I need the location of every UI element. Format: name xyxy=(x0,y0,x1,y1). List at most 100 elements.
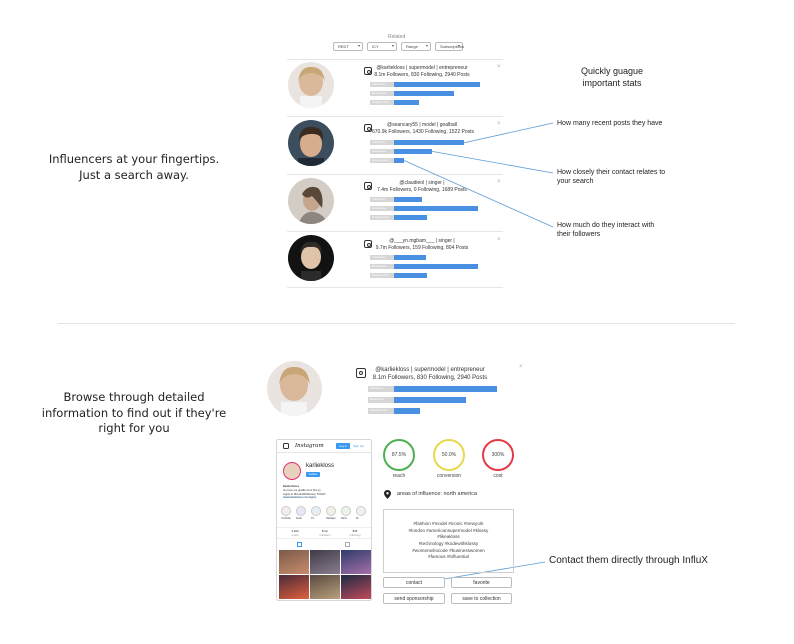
instagram-username: karliekloss xyxy=(306,463,335,469)
card-divider xyxy=(287,231,503,232)
instagram-icon[interactable] xyxy=(364,67,372,75)
section-divider xyxy=(58,323,735,324)
avatar[interactable] xyxy=(288,120,334,166)
filter-select-2[interactable]: ICY ▾ xyxy=(367,42,397,51)
filter-select-3[interactable]: Range ▾ xyxy=(401,42,431,51)
stat-label-engagement: Engagement xyxy=(370,273,394,278)
annotation-quick-stats: Quickly guague important stats xyxy=(566,66,658,89)
annotation-quick-stats-line-2: important stats xyxy=(582,77,642,88)
detail-info: @karliekloss | supermodel | entrepreneur… xyxy=(368,366,492,382)
detail-stats: 8.1m Followers, 830 Following, 2940 Post… xyxy=(372,375,488,382)
annotation-interact-line-2: their followers xyxy=(557,231,601,239)
stat-label-relevance: Relevance xyxy=(370,206,394,211)
instagram-icon[interactable] xyxy=(356,368,366,378)
gauge-conversion-value: 50.0% xyxy=(441,452,457,458)
instagram-profile-frame[interactable]: Instagram Log In Sign Up karliekloss Fol… xyxy=(276,439,372,601)
instagram-icon[interactable] xyxy=(364,240,372,248)
highlight-label: Kode xyxy=(296,517,302,520)
avatar[interactable] xyxy=(288,62,334,108)
highlight-label: Holidays xyxy=(326,517,336,520)
highlight-item[interactable]: Kode xyxy=(296,506,306,520)
headline-browse-line-3: right for you xyxy=(98,421,170,436)
annotation-relates-line-2: your search xyxy=(557,178,594,186)
detail-avatar[interactable] xyxy=(267,361,322,416)
annotation-relates-line-1: How closely their contact relates to xyxy=(557,169,666,176)
headline-browse-line-2: information to find out if they're xyxy=(41,405,227,420)
chevron-down-icon: ▾ xyxy=(425,43,428,48)
areas-of-influence: areas of influence: north america xyxy=(397,491,478,497)
post-thumbnail[interactable] xyxy=(279,550,309,574)
send-sponsorship-button[interactable]: send sponsorship xyxy=(383,593,445,604)
instagram-camera-icon xyxy=(283,443,289,449)
stat-bar-engagement xyxy=(394,273,427,278)
avatar[interactable] xyxy=(288,235,334,281)
card-stats: 8.1m Followers, 830 Following, 2940 Post… xyxy=(374,71,470,78)
close-icon[interactable]: × xyxy=(497,179,501,185)
headline-browse: Browse through detailed information to f… xyxy=(36,390,232,437)
hashtag-line: #fashion #model #iconic #newyork xyxy=(413,521,484,527)
highlight-label: W xyxy=(356,517,359,520)
count-label: following xyxy=(349,532,361,537)
headline-browse-line-1: Browse through detailed xyxy=(63,390,205,404)
gauge-cost-label: cost xyxy=(493,473,503,479)
gauge-conversion: 50.0% xyxy=(433,439,465,471)
highlight-item[interactable]: Paris xyxy=(341,506,351,520)
close-icon[interactable]: × xyxy=(497,121,501,127)
instagram-bio-line-3: www.karliekloss.com/apply xyxy=(283,495,317,500)
hashtag-line: #famous #influential xyxy=(428,554,469,560)
favorite-button[interactable]: favorite xyxy=(451,577,512,588)
gauge-cost: 300% xyxy=(482,439,514,471)
avatar-photo xyxy=(288,178,334,224)
post-thumbnail[interactable] xyxy=(341,550,371,574)
filter-select-4-value: Subscriptions xyxy=(440,44,465,49)
stat-label-followers: Followers xyxy=(370,255,394,260)
post-thumbnail[interactable] xyxy=(341,575,371,599)
instagram-counts: 2,944 posts 8.1m followers 833 following xyxy=(277,527,371,539)
highlight-item[interactable]: W xyxy=(356,506,366,520)
hashtag-line: #likeakloss xyxy=(437,534,460,540)
instagram-count-posts: 2,944 posts xyxy=(283,529,307,537)
post-thumbnail[interactable] xyxy=(310,550,340,574)
filter-select-4[interactable]: Subscriptions ▾ xyxy=(435,42,465,51)
instagram-count-following: 833 following xyxy=(343,529,367,537)
highlight-item[interactable]: TV xyxy=(311,506,321,520)
avatar[interactable] xyxy=(288,178,334,224)
gauge-reach-label: reach xyxy=(392,473,406,479)
post-thumbnail[interactable] xyxy=(310,575,340,599)
card-info: @claudieol | singer | 7.4m Followers, 0 … xyxy=(372,180,472,193)
tagged-icon[interactable] xyxy=(345,542,350,547)
filter-select-1[interactable]: REDT ▾ xyxy=(333,42,363,51)
instagram-icon[interactable] xyxy=(364,124,372,132)
annotation-relates: How closely their contact relates to you… xyxy=(557,168,665,186)
close-icon[interactable]: × xyxy=(497,237,501,243)
instagram-wordmark: Instagram xyxy=(295,443,324,449)
contact-button[interactable]: contact xyxy=(383,577,445,588)
stat-label-engagement: Engagement xyxy=(370,158,394,163)
post-thumbnail[interactable] xyxy=(279,575,309,599)
close-icon[interactable]: × xyxy=(497,64,501,70)
highlight-item[interactable]: Holidays xyxy=(326,506,336,520)
stat-bar-followers xyxy=(394,255,426,260)
instagram-bio: Karlie Kloss Go love me giraffe from Dis… xyxy=(283,484,326,500)
stat-bar-followers xyxy=(394,82,480,87)
headline-search-line-2: Just a search away. xyxy=(79,167,189,182)
hashtags-box: #fashion #model #iconic #newyork #london… xyxy=(383,509,514,573)
stat-bar-relevance xyxy=(394,149,432,154)
instagram-signup-link[interactable]: Sign Up xyxy=(353,443,364,449)
instagram-avatar xyxy=(283,462,301,480)
stat-label-followers: Followers xyxy=(368,386,394,392)
instagram-follow-button[interactable]: Follow xyxy=(306,472,320,477)
grid-icon[interactable] xyxy=(297,542,302,547)
stat-label-followers: Followers xyxy=(370,82,394,87)
highlight-item[interactable]: YouTube xyxy=(281,506,291,520)
count-label: followers xyxy=(319,532,331,537)
filter-select-3-value: Range xyxy=(406,44,418,49)
close-icon[interactable]: × xyxy=(519,364,523,370)
card-divider xyxy=(287,59,503,60)
stat-label-engagement: Engagement xyxy=(368,408,394,414)
chevron-down-icon: ▾ xyxy=(457,43,460,48)
instagram-icon[interactable] xyxy=(364,182,372,190)
instagram-header: Instagram Log In Sign Up xyxy=(277,440,371,453)
instagram-login-button[interactable]: Log In xyxy=(336,443,350,449)
save-to-collection-button[interactable]: save to collection xyxy=(451,593,512,604)
